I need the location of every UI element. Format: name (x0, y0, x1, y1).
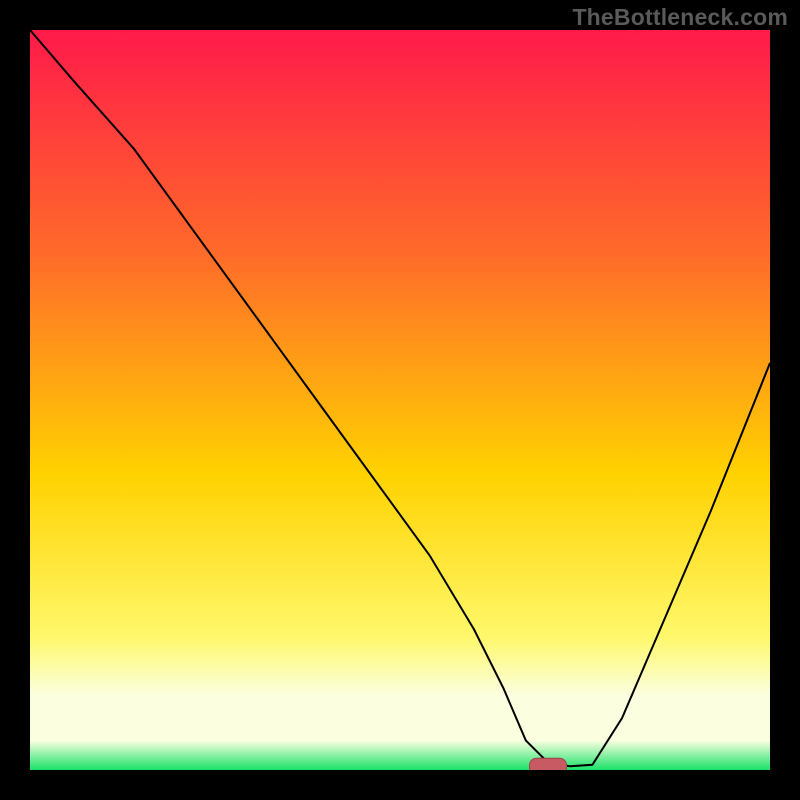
optimal-marker (530, 758, 567, 770)
chart-frame: TheBottleneck.com (0, 0, 800, 800)
gradient-background (30, 30, 770, 770)
watermark-text: TheBottleneck.com (572, 4, 788, 31)
bottleneck-chart (30, 30, 770, 770)
plot-area (30, 30, 770, 770)
